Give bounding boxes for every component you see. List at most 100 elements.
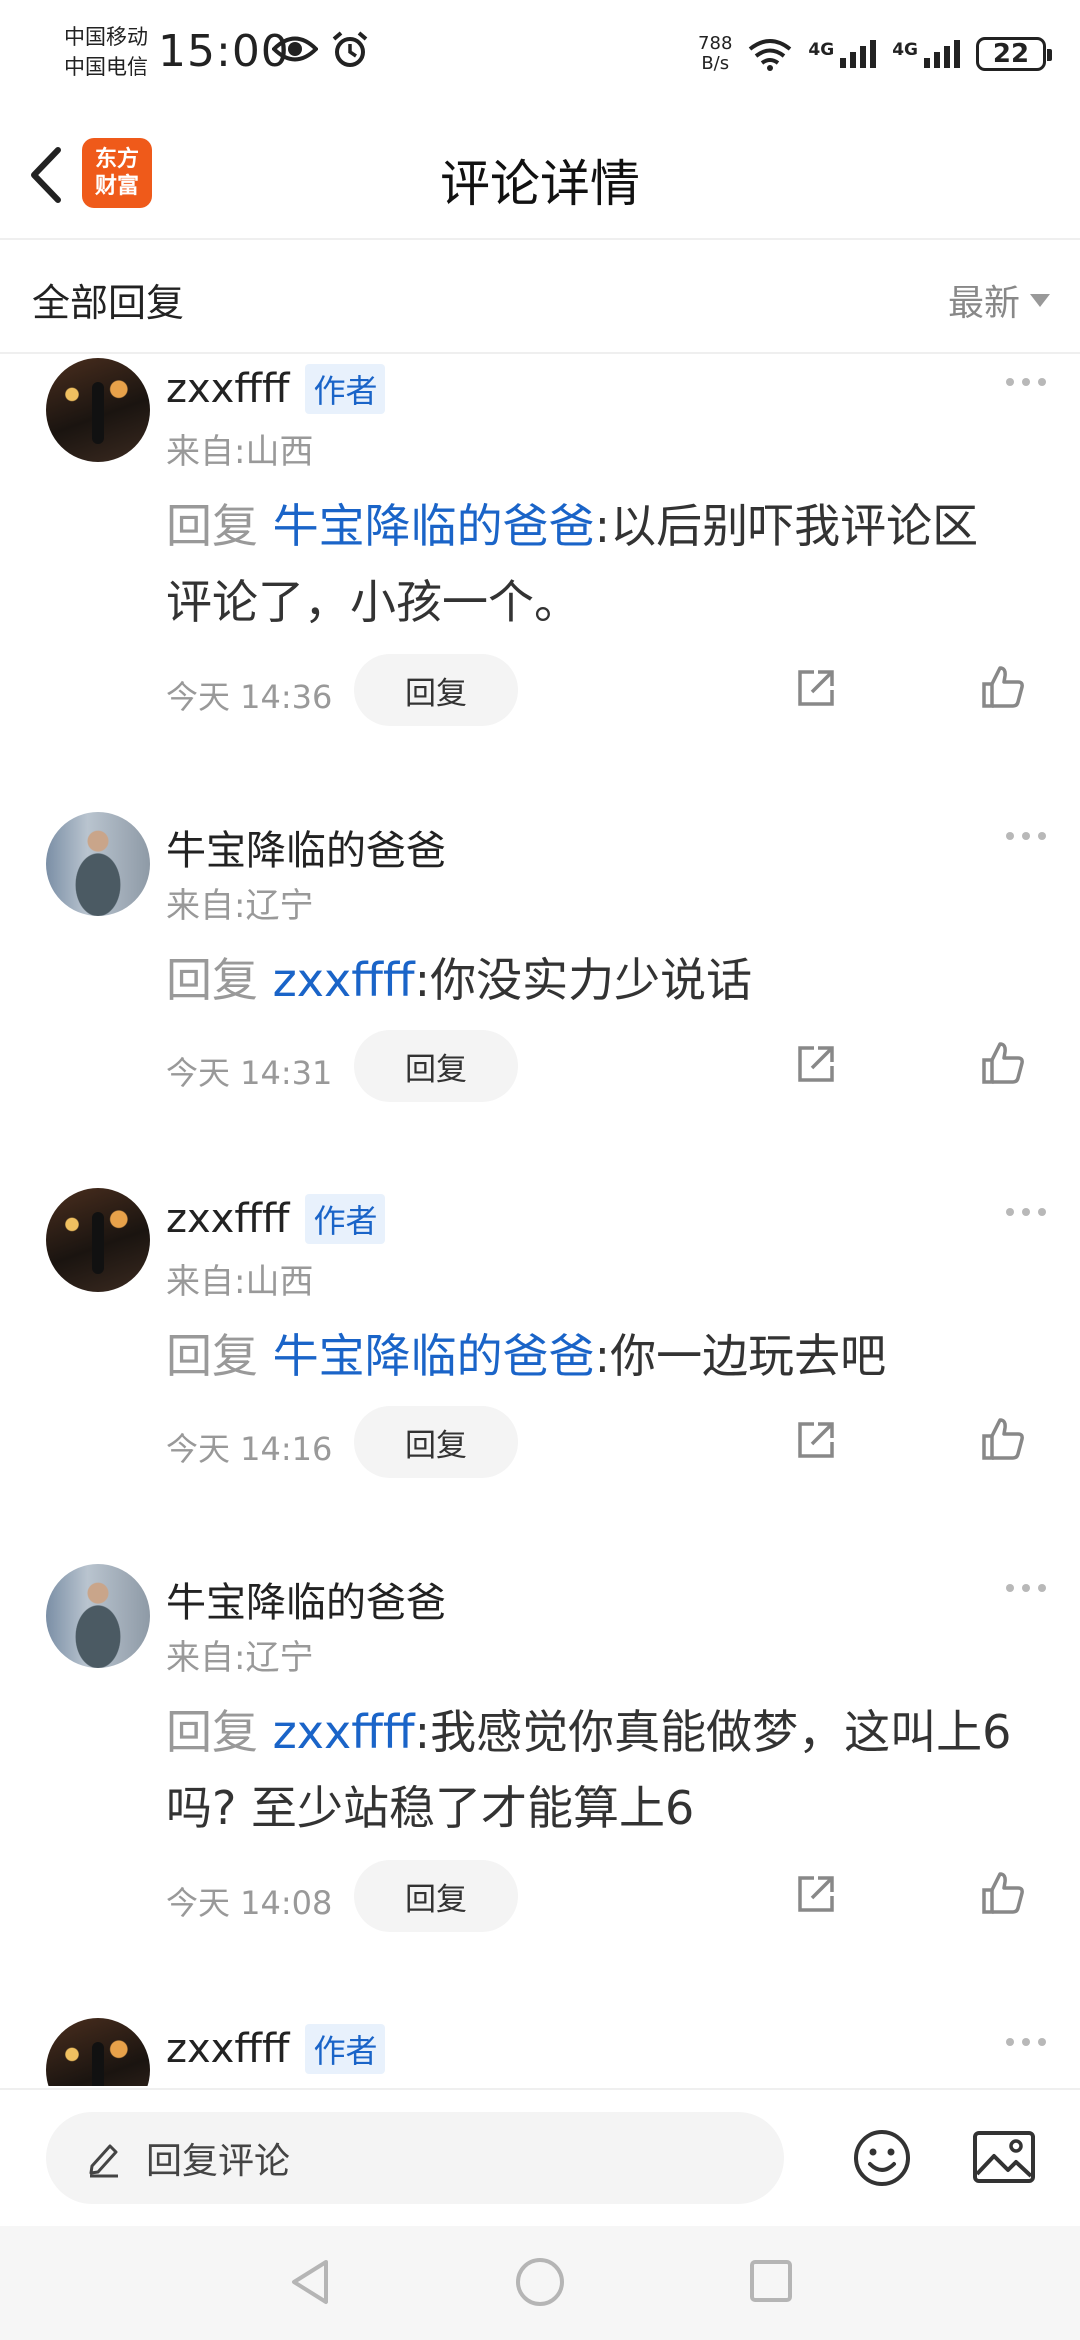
more-icon[interactable] [1006,2038,1046,2046]
comment-body: 回复 zxxffff:你没实力少说话 [166,942,1016,1018]
sort-dropdown[interactable]: 最新 [948,274,1050,326]
reply-button[interactable]: 回复 [354,1030,518,1102]
author-name[interactable]: zxxffff [166,366,289,412]
comment-location: 来自:辽宁 [166,886,314,926]
more-icon[interactable] [1006,1584,1046,1592]
carrier-1: 中国移动 [64,25,148,49]
carrier-names: 中国移动 中国电信 [64,22,148,82]
share-icon[interactable] [794,666,838,710]
signal-2-label: 4G [892,40,918,60]
author-name[interactable]: zxxffff [166,1196,289,1242]
comment-author-row: zxxffff 作者 [166,1194,386,1244]
comment-item: zxxffff 作者 来自:山西 回复 牛宝降临的爸爸:你一边玩去吧 今天 14… [0,1188,1080,1488]
comment-body: 回复 牛宝降临的爸爸:你一边玩去吧 [166,1318,1016,1394]
comment-item: zxxffff 作者 [0,2018,1080,2086]
reply-comment-input[interactable]: 回复评论 [46,2112,784,2204]
avatar[interactable] [46,358,150,462]
avatar[interactable] [46,2018,150,2086]
like-icon[interactable] [980,1870,1026,1916]
author-name[interactable]: 牛宝降临的爸爸 [166,818,446,876]
net-speed-value: 788 [698,33,733,54]
reply-prefix: 回复 [166,1705,258,1759]
header: 东方 财富 评论详情 [0,110,1080,240]
comment-item: 牛宝降临的爸爸 来自:辽宁 回复 zxxffff:我感觉你真能做梦，这叫上6吗?… [0,1564,1080,1944]
mention-link[interactable]: 牛宝降临的爸爸 [273,499,595,553]
comment-list[interactable]: zxxffff 作者 来自:山西 回复 牛宝降临的爸爸:以后别吓我评论区评论了，… [0,356,1080,2086]
status-time: 15:00 [158,26,290,77]
signal-icon: 4G [808,40,877,68]
reply-button[interactable]: 回复 [354,1860,518,1932]
system-nav-bar [0,2226,1080,2340]
avatar[interactable] [46,1564,150,1668]
eye-icon [272,36,318,62]
author-name[interactable]: zxxffff [166,2026,289,2072]
comment-time: 今天 14:36 [166,678,333,716]
like-icon[interactable] [980,1040,1026,1086]
comment-body: 回复 牛宝降临的爸爸:以后别吓我评论区评论了，小孩一个。 [166,488,1016,640]
alarm-icon [332,31,368,67]
like-icon[interactable] [980,1416,1026,1462]
comment-author-row: 牛宝降临的爸爸 [166,818,446,876]
comment-time: 今天 14:31 [166,1054,333,1092]
comment-actions: 今天 14:08 回复 [166,1860,1046,1932]
status-bar: 中国移动 中国电信 15:00 788 B/s 4G 4G 22 [0,0,1080,110]
mention-link[interactable]: zxxffff [273,953,415,1007]
more-icon[interactable] [1006,378,1046,386]
pencil-icon [89,2144,118,2178]
comment-body: 回复 zxxffff:我感觉你真能做梦，这叫上6吗? 至少站稳了才能算上6 [166,1694,1016,1846]
comment-item: 牛宝降临的爸爸 来自:辽宁 回复 zxxffff:你没实力少说话 今天 14:3… [0,812,1080,1112]
emoji-icon[interactable] [852,2128,912,2188]
comment-text: :你一边玩去吧 [594,1329,887,1383]
comment-time: 今天 14:16 [166,1430,333,1468]
image-icon[interactable] [972,2130,1036,2184]
comment-item: zxxffff 作者 来自:山西 回复 牛宝降临的爸爸:以后别吓我评论区评论了，… [0,358,1080,738]
all-replies-label: 全部回复 [32,281,185,325]
share-icon[interactable] [794,1418,838,1462]
comment-location: 来自:辽宁 [166,1638,314,1678]
page-title: 评论详情 [440,155,640,213]
net-speed-unit: B/s [701,53,730,74]
signal-icon: 4G [892,40,960,68]
avatar[interactable] [46,1188,150,1292]
comment-time: 今天 14:08 [166,1884,333,1922]
signal-1-label: 4G [808,40,835,60]
reply-button[interactable]: 回复 [354,1406,518,1478]
net-speed: 788 B/s [698,34,732,74]
more-icon[interactable] [1006,1208,1046,1216]
author-badge: 作者 [305,2024,386,2074]
comment-author-row: zxxffff 作者 [166,364,386,414]
nav-back-icon[interactable] [286,2256,336,2308]
mention-link[interactable]: 牛宝降临的爸爸 [273,1329,595,1383]
comment-author-row: 牛宝降临的爸爸 [166,1570,446,1628]
author-name[interactable]: 牛宝降临的爸爸 [166,1570,446,1628]
more-icon[interactable] [1006,832,1046,840]
wifi-icon [749,39,792,71]
chevron-down-icon [1030,293,1050,307]
author-badge: 作者 [305,364,386,414]
nav-recent-icon[interactable] [748,2258,794,2304]
sort-label: 最新 [947,283,1020,324]
carrier-2: 中国电信 [64,55,148,79]
status-right: 788 B/s 4G 4G 22 [698,30,1052,78]
author-badge: 作者 [305,1194,386,1244]
reply-bar: 回复评论 [0,2088,1080,2224]
comment-location: 来自:山西 [166,1262,314,1302]
comment-text: :你没实力少说话 [414,953,753,1007]
battery-indicator: 22 [976,37,1052,71]
comment-actions: 今天 14:16 回复 [166,1406,1046,1478]
reply-prefix: 回复 [166,953,258,1007]
reply-prefix: 回复 [166,499,258,553]
share-icon[interactable] [794,1872,838,1916]
filter-bar: 全部回复 最新 [0,242,1080,354]
reply-placeholder: 回复评论 [146,2141,291,2182]
nav-home-icon[interactable] [514,2256,566,2308]
mention-link[interactable]: zxxffff [273,1705,415,1759]
avatar[interactable] [46,812,150,916]
share-icon[interactable] [794,1042,838,1086]
comment-author-row: zxxffff 作者 [166,2024,386,2074]
comment-actions: 今天 14:36 回复 [166,654,1046,726]
reply-button[interactable]: 回复 [354,654,518,726]
reply-prefix: 回复 [166,1329,258,1383]
like-icon[interactable] [980,664,1026,710]
comment-actions: 今天 14:31 回复 [166,1030,1046,1102]
